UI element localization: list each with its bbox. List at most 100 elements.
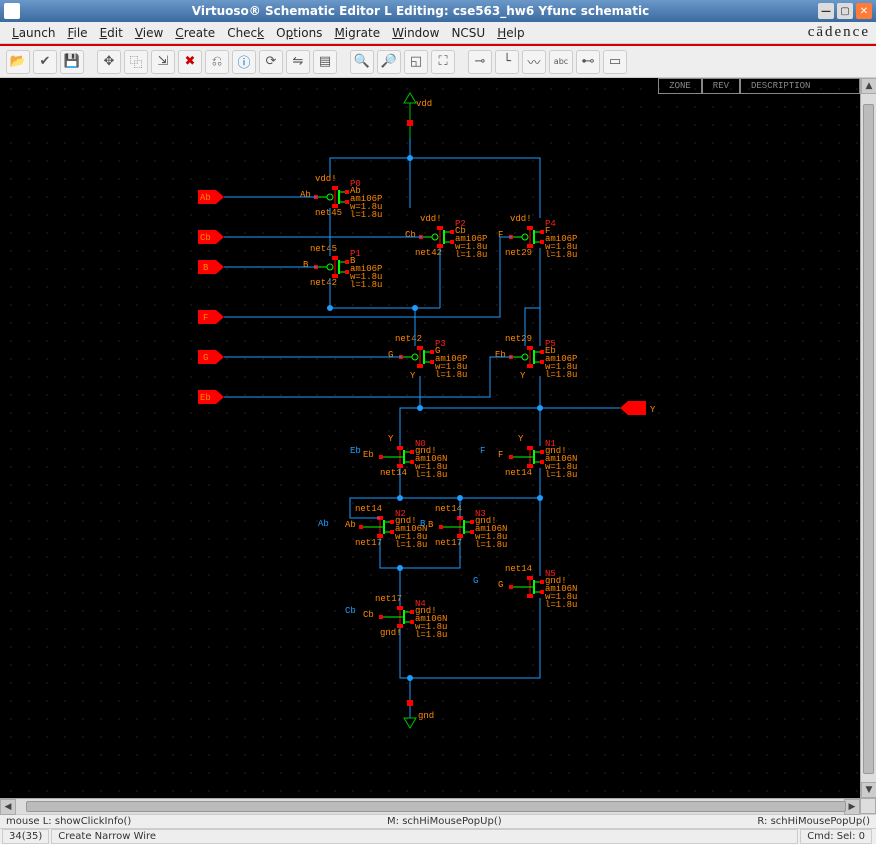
svg-text:B: B bbox=[303, 260, 309, 270]
menu-edit[interactable]: Edit bbox=[94, 24, 129, 42]
svg-text:F: F bbox=[480, 446, 485, 456]
pin-icon[interactable]: ⊸ bbox=[468, 50, 492, 74]
svg-text:net42: net42 bbox=[415, 248, 442, 258]
svg-text:l=1.8u: l=1.8u bbox=[435, 370, 467, 380]
svg-text:Ab: Ab bbox=[200, 193, 211, 203]
svg-text:B: B bbox=[203, 263, 209, 273]
svg-text:Eb: Eb bbox=[350, 446, 361, 456]
note-icon[interactable]: ▭ bbox=[603, 50, 627, 74]
svg-text:B: B bbox=[420, 519, 426, 529]
zoom-box-icon[interactable]: ⛶ bbox=[431, 50, 455, 74]
menu-bar: Launch File Edit View Create Check Optio… bbox=[0, 22, 876, 44]
toolbar: 📂 ✔ 💾 ✥ ⿻ ⇲ ✖ ⎌ ⓘ ⟳ ⇋ ▤ 🔍 🔎 ◱ ⛶ ⊸ └ 〰 ab… bbox=[0, 46, 876, 78]
menu-launch[interactable]: Launch bbox=[6, 24, 61, 42]
svg-text:Ab: Ab bbox=[345, 520, 356, 530]
svg-text:vdd!: vdd! bbox=[315, 174, 337, 184]
svg-text:Eb: Eb bbox=[495, 350, 506, 360]
maximize-button[interactable]: ▢ bbox=[837, 3, 853, 19]
menu-create[interactable]: Create bbox=[169, 24, 221, 42]
checkmark-icon[interactable]: ✔ bbox=[33, 50, 57, 74]
menu-check[interactable]: Check bbox=[221, 24, 270, 42]
menu-ncsu[interactable]: NCSU bbox=[445, 24, 491, 42]
hierarchy-icon[interactable]: ▤ bbox=[313, 50, 337, 74]
status-mouse-r: R: schHiMousePopUp() bbox=[757, 816, 870, 827]
svg-text:l=1.8u: l=1.8u bbox=[350, 210, 382, 220]
window-titlebar: Virtuoso® Schematic Editor L Editing: cs… bbox=[0, 0, 876, 22]
svg-text:Y: Y bbox=[518, 434, 524, 444]
menu-file[interactable]: File bbox=[61, 24, 93, 42]
svg-text:F: F bbox=[498, 450, 503, 460]
menu-options[interactable]: Options bbox=[270, 24, 328, 42]
svg-text:net14: net14 bbox=[435, 504, 462, 514]
scroll-up-icon[interactable]: ▲ bbox=[861, 78, 876, 94]
svg-text:net42: net42 bbox=[310, 278, 337, 288]
svg-text:F: F bbox=[498, 230, 503, 240]
open-icon[interactable]: 📂 bbox=[6, 50, 30, 74]
svg-text:net29: net29 bbox=[505, 248, 532, 258]
svg-text:Cb: Cb bbox=[363, 610, 374, 620]
menu-migrate[interactable]: Migrate bbox=[328, 24, 386, 42]
svg-text:Y: Y bbox=[520, 371, 526, 381]
svg-text:Ab: Ab bbox=[318, 519, 329, 529]
move-icon[interactable]: ✥ bbox=[97, 50, 121, 74]
svg-text:net29: net29 bbox=[505, 334, 532, 344]
status-mouse-m: M: schHiMousePopUp() bbox=[131, 816, 757, 827]
svg-text:G: G bbox=[388, 350, 393, 360]
vertical-scrollbar[interactable]: ▲ ▼ bbox=[860, 78, 876, 798]
svg-text:Cb: Cb bbox=[200, 233, 211, 243]
scroll-down-icon[interactable]: ▼ bbox=[861, 782, 876, 798]
scroll-left-icon[interactable]: ◀ bbox=[0, 799, 16, 815]
stretch-icon[interactable]: ⇲ bbox=[151, 50, 175, 74]
scroll-right-icon[interactable]: ▶ bbox=[844, 799, 860, 815]
status-bar-cmd: 34(35) Create Narrow Wire Cmd: Sel: 0 bbox=[0, 828, 876, 844]
svg-text:net17: net17 bbox=[355, 538, 382, 548]
brand-logo: cādence bbox=[808, 24, 870, 41]
minimize-button[interactable]: — bbox=[818, 3, 834, 19]
net-icon[interactable]: ⊷ bbox=[576, 50, 600, 74]
svg-text:l=1.8u: l=1.8u bbox=[415, 470, 447, 480]
schematic-canvas[interactable]: ZONE REV DESCRIPTION bbox=[0, 78, 860, 798]
svg-text:gnd!: gnd! bbox=[380, 628, 402, 638]
zoom-out-icon[interactable]: 🔎 bbox=[377, 50, 401, 74]
svg-text:net45: net45 bbox=[310, 244, 337, 254]
zoom-fit-icon[interactable]: ◱ bbox=[404, 50, 428, 74]
svg-text:net14: net14 bbox=[380, 468, 407, 478]
horizontal-scrollbar[interactable]: ◀ ▶ bbox=[0, 798, 860, 814]
svg-text:vdd!: vdd! bbox=[510, 214, 532, 224]
svg-text:l=1.8u: l=1.8u bbox=[350, 280, 382, 290]
menu-help[interactable]: Help bbox=[491, 24, 530, 42]
scroll-thumb-h[interactable] bbox=[26, 801, 846, 812]
scroll-thumb-v[interactable] bbox=[863, 104, 874, 774]
svg-text:l=1.8u: l=1.8u bbox=[545, 250, 577, 260]
svg-text:net45: net45 bbox=[315, 208, 342, 218]
save-icon[interactable]: 💾 bbox=[60, 50, 84, 74]
menu-window[interactable]: Window bbox=[386, 24, 445, 42]
undo-icon[interactable]: ⎌ bbox=[205, 50, 229, 74]
svg-text:B: B bbox=[428, 520, 434, 530]
bus-icon[interactable]: 〰 bbox=[522, 50, 546, 74]
gnd-label: gnd bbox=[418, 711, 434, 721]
wire-icon[interactable]: └ bbox=[495, 50, 519, 74]
close-button[interactable]: ✕ bbox=[856, 3, 872, 19]
svg-text:net42: net42 bbox=[395, 334, 422, 344]
delete-icon[interactable]: ✖ bbox=[178, 50, 202, 74]
status-bar-mouse: mouse L: showClickInfo() M: schHiMousePo… bbox=[0, 814, 876, 828]
svg-text:l=1.8u: l=1.8u bbox=[545, 470, 577, 480]
svg-text:Cb: Cb bbox=[345, 606, 356, 616]
label-icon[interactable]: abc bbox=[549, 50, 573, 74]
zoom-in-icon[interactable]: 🔍 bbox=[350, 50, 374, 74]
svg-text:vdd!: vdd! bbox=[420, 214, 442, 224]
svg-text:l=1.8u: l=1.8u bbox=[415, 630, 447, 640]
status-prompt: Create Narrow Wire bbox=[51, 829, 798, 844]
svg-text:Eb: Eb bbox=[363, 450, 374, 460]
copy-icon[interactable]: ⿻ bbox=[124, 50, 148, 74]
vdd-label: vdd bbox=[416, 99, 432, 109]
flip-icon[interactable]: ⇋ bbox=[286, 50, 310, 74]
menu-view[interactable]: View bbox=[129, 24, 169, 42]
scroll-corner bbox=[860, 798, 876, 814]
svg-text:net14: net14 bbox=[505, 564, 532, 574]
svg-text:F: F bbox=[203, 313, 208, 323]
info-icon[interactable]: ⓘ bbox=[232, 50, 256, 74]
svg-text:Y: Y bbox=[410, 371, 416, 381]
rotate-icon[interactable]: ⟳ bbox=[259, 50, 283, 74]
